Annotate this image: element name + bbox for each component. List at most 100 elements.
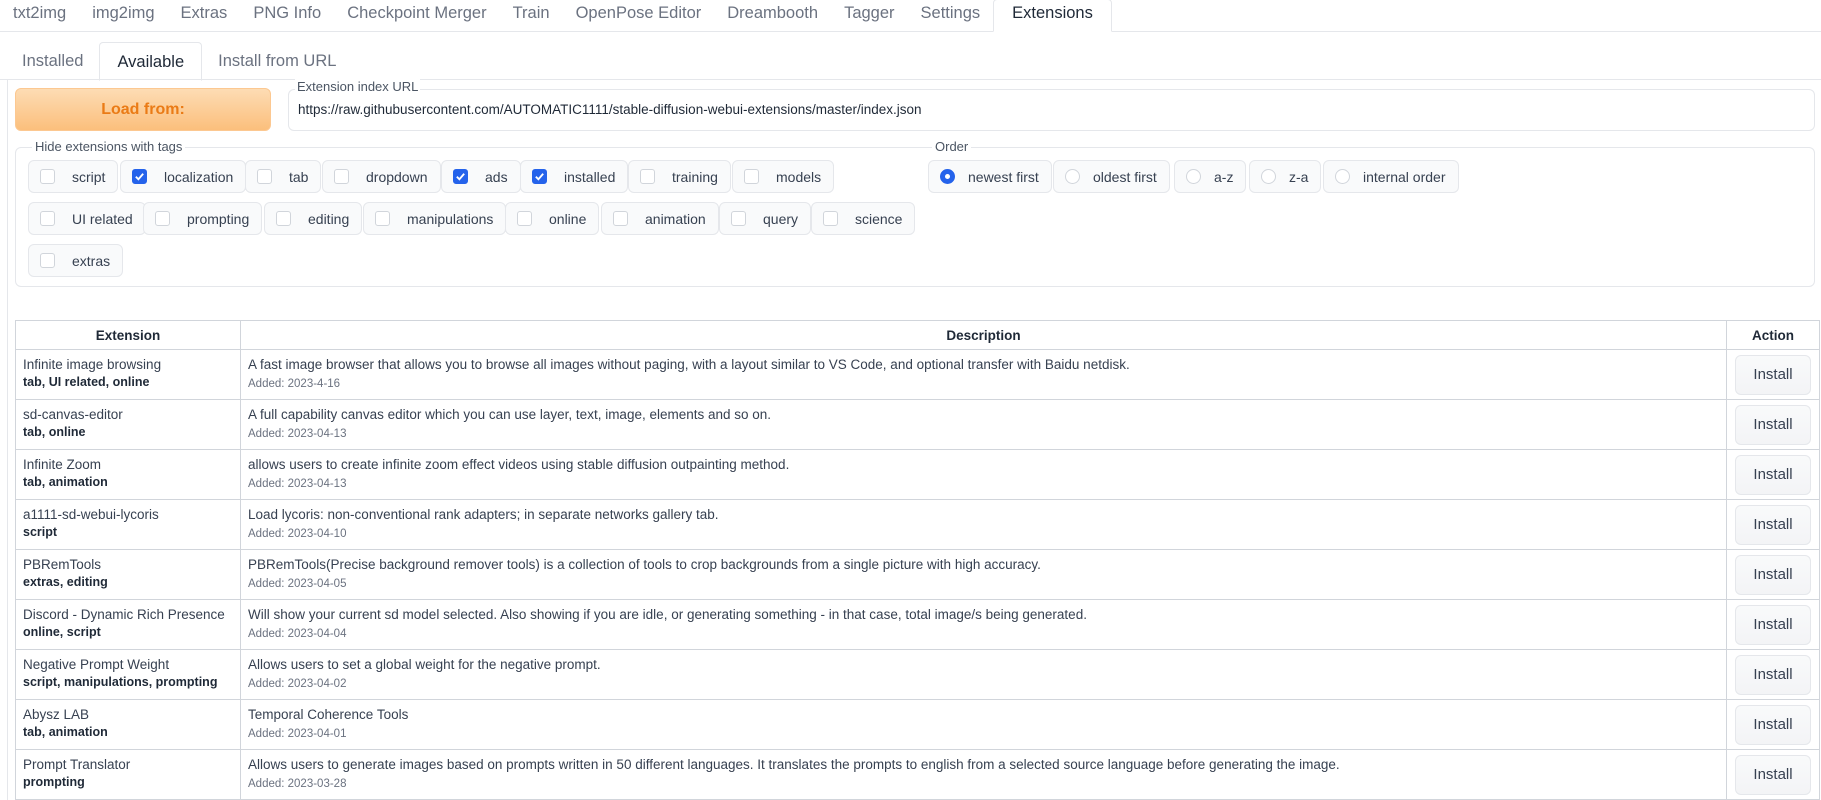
tab-install-from-url[interactable]: Install from URL bbox=[202, 42, 352, 80]
table-row: Prompt Translator prompting Allows users … bbox=[15, 749, 1820, 800]
tab-checkpoint-merger[interactable]: Checkpoint Merger bbox=[334, 0, 499, 27]
action-cell: Install bbox=[1726, 449, 1820, 500]
order-label: a-z bbox=[1214, 168, 1234, 185]
tag-checkbox-extras[interactable]: extras bbox=[28, 244, 124, 277]
extension-name[interactable]: Discord - Dynamic Rich Presence bbox=[23, 606, 233, 623]
checked-checkbox-icon[interactable] bbox=[453, 169, 468, 184]
install-button[interactable]: Install bbox=[1735, 404, 1811, 445]
tag-checkbox-ads[interactable]: ads bbox=[441, 160, 521, 193]
checkbox-icon[interactable] bbox=[40, 211, 55, 226]
order-radio-oldest-first[interactable]: oldest first bbox=[1053, 160, 1170, 193]
checkbox-icon[interactable] bbox=[517, 211, 532, 226]
extension-cell: sd-canvas-editor tab, online bbox=[15, 399, 241, 450]
tag-label: query bbox=[763, 210, 799, 227]
order-label: oldest first bbox=[1093, 168, 1157, 185]
extension-name[interactable]: sd-canvas-editor bbox=[23, 406, 233, 423]
radio-icon[interactable] bbox=[1261, 169, 1276, 184]
tag-checkbox-science[interactable]: science bbox=[811, 202, 916, 235]
extension-description: A full capability canvas editor which yo… bbox=[248, 407, 772, 422]
tag-checkbox-prompting[interactable]: prompting bbox=[143, 202, 263, 235]
description-cell: Load lycoris: non-conventional rank adap… bbox=[240, 499, 1727, 550]
tab-openpose-editor[interactable]: OpenPose Editor bbox=[563, 0, 715, 27]
order-label: internal order bbox=[1363, 168, 1446, 185]
tag-label: science bbox=[855, 210, 903, 227]
added-date: Added: 2023-04-05 bbox=[248, 578, 347, 590]
tab-tagger[interactable]: Tagger bbox=[831, 0, 907, 27]
radio-selected-icon[interactable] bbox=[940, 169, 955, 184]
extension-description: Allows users to generate images based on… bbox=[248, 757, 1340, 772]
checkbox-icon[interactable] bbox=[40, 169, 55, 184]
extension-name[interactable]: Abysz LAB bbox=[23, 706, 233, 723]
radio-icon[interactable] bbox=[1335, 169, 1350, 184]
order-radio-internal-order[interactable]: internal order bbox=[1323, 160, 1459, 193]
install-button[interactable]: Install bbox=[1735, 604, 1811, 645]
tab-txt2img[interactable]: txt2img bbox=[0, 0, 79, 27]
tab-extras[interactable]: Extras bbox=[168, 0, 241, 27]
tag-checkbox-manipulations[interactable]: manipulations bbox=[363, 202, 507, 235]
tag-checkbox-query[interactable]: query bbox=[719, 202, 812, 235]
checkbox-icon[interactable] bbox=[276, 211, 291, 226]
extension-description: Will show your current sd model selected… bbox=[248, 607, 1087, 622]
order-radio-newest-first[interactable]: newest first bbox=[928, 160, 1052, 193]
description-cell: Temporal Coherence Tools Added: 2023-04-0… bbox=[240, 699, 1727, 750]
extension-index-url-input[interactable]: https://raw.githubusercontent.com/AUTOMA… bbox=[298, 102, 922, 117]
tag-checkbox-localization[interactable]: localization bbox=[120, 160, 247, 193]
extension-name[interactable]: Negative Prompt Weight bbox=[23, 656, 233, 673]
install-button[interactable]: Install bbox=[1735, 654, 1811, 695]
tag-checkbox-models[interactable]: models bbox=[732, 160, 835, 193]
order-radio-z-a[interactable]: z-a bbox=[1249, 160, 1322, 193]
checkbox-icon[interactable] bbox=[40, 253, 55, 268]
tag-checkbox-tab[interactable]: tab bbox=[245, 160, 322, 193]
tag-checkbox-animation[interactable]: animation bbox=[601, 202, 719, 235]
checkbox-icon[interactable] bbox=[375, 211, 390, 226]
extension-name[interactable]: Infinite image browsing bbox=[23, 356, 233, 373]
checkbox-icon[interactable] bbox=[823, 211, 838, 226]
checkbox-icon[interactable] bbox=[731, 211, 746, 226]
tab-available[interactable]: Available bbox=[99, 42, 203, 81]
install-button[interactable]: Install bbox=[1735, 354, 1811, 395]
tag-checkbox-script[interactable]: script bbox=[28, 160, 119, 193]
extension-name[interactable]: Prompt Translator bbox=[23, 756, 233, 773]
load-from-button[interactable]: Load from: bbox=[15, 88, 271, 131]
checkbox-icon[interactable] bbox=[155, 211, 170, 226]
radio-icon[interactable] bbox=[1065, 169, 1080, 184]
added-date: Added: 2023-04-01 bbox=[248, 728, 347, 740]
extension-name[interactable]: PBRemTools bbox=[23, 556, 233, 573]
extension-name[interactable]: Infinite Zoom bbox=[23, 456, 233, 473]
extension-name[interactable]: a1111-sd-webui-lycoris bbox=[23, 506, 233, 523]
checkbox-icon[interactable] bbox=[744, 169, 759, 184]
tag-checkbox-editing[interactable]: editing bbox=[264, 202, 363, 235]
tag-checkbox-training[interactable]: training bbox=[628, 160, 731, 193]
tag-checkbox-installed[interactable]: installed bbox=[520, 160, 629, 193]
tab-png-info[interactable]: PNG Info bbox=[240, 0, 334, 27]
extension-tags: extras, editing bbox=[23, 575, 108, 589]
checkbox-icon[interactable] bbox=[640, 169, 655, 184]
install-button[interactable]: Install bbox=[1735, 454, 1811, 495]
checkbox-icon[interactable] bbox=[334, 169, 349, 184]
tag-checkbox-dropdown[interactable]: dropdown bbox=[322, 160, 441, 193]
install-button[interactable]: Install bbox=[1735, 704, 1811, 745]
checkbox-icon[interactable] bbox=[257, 169, 272, 184]
radio-icon[interactable] bbox=[1186, 169, 1201, 184]
tab-train[interactable]: Train bbox=[500, 0, 563, 27]
tab-img2img[interactable]: img2img bbox=[79, 0, 167, 27]
tag-label: script bbox=[72, 168, 106, 185]
tab-dreambooth[interactable]: Dreambooth bbox=[714, 0, 831, 27]
install-button[interactable]: Install bbox=[1735, 554, 1811, 595]
install-button[interactable]: Install bbox=[1735, 754, 1811, 795]
tab-installed[interactable]: Installed bbox=[6, 42, 99, 80]
added-date: Added: 2023-04-04 bbox=[248, 628, 347, 640]
tag-label: models bbox=[776, 168, 822, 185]
tag-label: localization bbox=[164, 168, 234, 185]
tag-checkbox-ui-related[interactable]: UI related bbox=[28, 202, 146, 235]
checked-checkbox-icon[interactable] bbox=[532, 169, 547, 184]
tag-checkbox-online[interactable]: online bbox=[505, 202, 600, 235]
order-radio-a-z[interactable]: a-z bbox=[1174, 160, 1247, 193]
action-cell: Install bbox=[1726, 399, 1820, 450]
tab-settings[interactable]: Settings bbox=[908, 0, 994, 27]
install-button[interactable]: Install bbox=[1735, 504, 1811, 545]
checkbox-icon[interactable] bbox=[613, 211, 628, 226]
checked-checkbox-icon[interactable] bbox=[132, 169, 147, 184]
tab-extensions[interactable]: Extensions bbox=[993, 0, 1112, 32]
extension-tags: tab, online bbox=[23, 425, 86, 439]
